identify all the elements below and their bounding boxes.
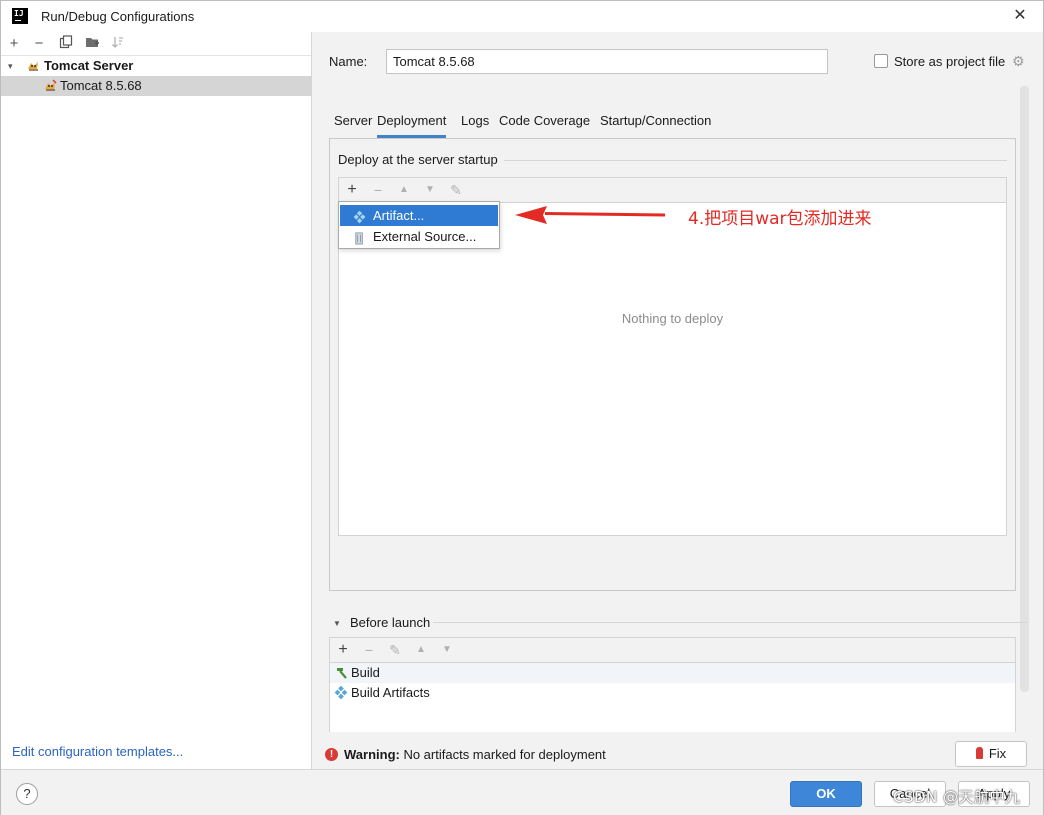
move-up-button[interactable]: ▲	[395, 181, 413, 199]
store-as-project-file-checkbox[interactable]	[874, 54, 888, 68]
edit-deployment-button[interactable]: ✎	[447, 181, 465, 199]
watermark: CSDN @天航中九	[893, 788, 1021, 806]
annotation-arrow-icon	[515, 206, 666, 224]
tree-item-tomcat-8-5-68[interactable]: Tomcat 8.5.68	[1, 76, 311, 96]
deployment-list[interactable]: Nothing to deploy	[338, 202, 1007, 536]
window-title: Run/Debug Configurations	[41, 9, 195, 24]
before-launch-list: Build Build Artifacts	[329, 662, 1016, 732]
close-button[interactable]: ✕	[1009, 5, 1031, 27]
configuration-editor: Name: Store as project file ⚙ Server Dep…	[313, 32, 1043, 769]
remove-deployment-button[interactable]: −	[369, 181, 387, 199]
tree-group-label: Tomcat Server	[44, 58, 134, 73]
gear-icon[interactable]: ⚙	[1012, 53, 1025, 70]
name-field[interactable]	[386, 49, 828, 74]
run-debug-configurations-dialog: IJ Run/Debug Configurations ✕ + − ▾ Tomc…	[0, 0, 1044, 815]
help-button[interactable]: ?	[16, 783, 38, 805]
chevron-down-icon[interactable]: ▾	[8, 56, 13, 76]
tree-item-label: Tomcat 8.5.68	[60, 78, 142, 93]
tab-deployment[interactable]: Deployment	[377, 110, 447, 138]
lightbulb-icon	[975, 747, 983, 759]
configurations-tree: ▾ Tomcat Server Tomcat 8.5.68	[1, 56, 311, 96]
move-down-button[interactable]: ▼	[421, 181, 439, 199]
move-task-up-button[interactable]: ▲	[412, 641, 430, 659]
artifact-icon	[353, 209, 366, 224]
deploy-toolbar: + − ▲ ▼ ✎	[338, 177, 1007, 202]
artifact-icon	[334, 685, 348, 700]
tree-group-tomcat-server[interactable]: ▾ Tomcat Server	[1, 56, 311, 76]
fix-button[interactable]: Fix	[955, 741, 1027, 767]
intellij-icon: IJ	[12, 8, 28, 24]
edit-configuration-templates-link[interactable]: Edit configuration templates...	[12, 744, 183, 759]
list-item-build-artifacts[interactable]: Build Artifacts	[330, 683, 1015, 703]
list-item-label: Build	[351, 665, 380, 680]
external-source-icon	[353, 230, 366, 245]
configurations-tree-panel: + − ▾ Tomcat Server Tomcat 8.5.68 Edit c…	[1, 32, 312, 769]
dialog-button-bar: ? OK Cancel Apply	[1, 769, 1043, 815]
list-item-label: Build Artifacts	[351, 685, 430, 700]
tree-toolbar: + −	[1, 32, 311, 56]
before-launch-title[interactable]: Before launch	[350, 615, 430, 630]
move-task-down-button[interactable]: ▼	[438, 641, 456, 659]
popup-item-label: Artifact...	[373, 208, 425, 223]
store-as-project-file-label[interactable]: Store as project file	[894, 54, 1005, 69]
ok-button[interactable]: OK	[790, 781, 862, 807]
add-deployment-button[interactable]: +	[343, 181, 361, 199]
deploy-section-title: Deploy at the server startup	[338, 152, 504, 167]
popup-item-external-source[interactable]: External Source...	[340, 226, 498, 247]
new-folder-icon[interactable]	[83, 35, 101, 53]
vertical-scrollbar[interactable]	[1020, 86, 1029, 692]
warning-detail: No artifacts marked for deployment	[399, 747, 606, 762]
add-task-button[interactable]: +	[334, 641, 352, 659]
popup-item-artifact[interactable]: Artifact...	[340, 205, 498, 226]
empty-state-text: Nothing to deploy	[621, 311, 724, 326]
divider	[433, 622, 1027, 623]
tomcat-icon	[43, 79, 57, 93]
list-item-build[interactable]: Build	[330, 663, 1015, 683]
tab-code-coverage[interactable]: Code Coverage	[499, 110, 590, 138]
tab-server[interactable]: Server	[334, 110, 372, 138]
remove-configuration-button[interactable]: −	[30, 35, 48, 53]
remove-task-button[interactable]: −	[360, 641, 378, 659]
before-launch-toolbar: + − ✎ ▲ ▼	[329, 637, 1016, 662]
hammer-icon	[334, 666, 348, 680]
popup-item-label: External Source...	[373, 229, 477, 244]
fix-button-label: Fix	[988, 746, 1007, 761]
tab-logs[interactable]: Logs	[461, 110, 489, 138]
name-label: Name:	[329, 54, 368, 69]
add-deployment-popup: Artifact... External Source...	[338, 201, 500, 249]
copy-configuration-icon[interactable]	[57, 35, 75, 53]
warning-text: Warning: No artifacts marked for deploym…	[344, 746, 606, 764]
warning-label: Warning:	[344, 747, 400, 762]
title-bar: IJ Run/Debug Configurations ✕	[1, 1, 1043, 32]
error-icon: !	[325, 748, 338, 761]
collapse-arrow-icon[interactable]: ▼	[333, 619, 341, 628]
edit-task-button[interactable]: ✎	[386, 641, 404, 659]
tomcat-icon	[26, 59, 40, 73]
tab-startup-connection[interactable]: Startup/Connection	[600, 110, 711, 138]
annotation-text: 4.把项目war包添加进来	[688, 209, 872, 229]
add-configuration-button[interactable]: +	[5, 35, 23, 53]
sort-icon[interactable]	[109, 35, 127, 53]
